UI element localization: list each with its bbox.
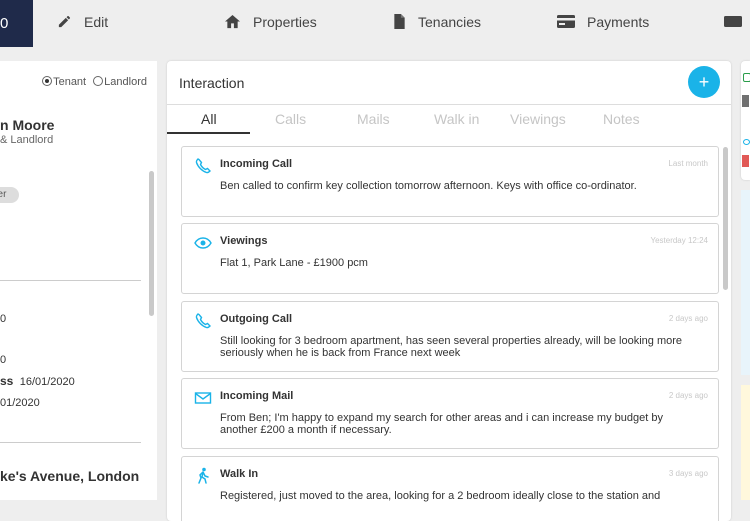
detail-value-2: 0 <box>0 354 7 366</box>
radio-tenant[interactable]: Tenant <box>42 76 86 88</box>
tab-notes[interactable]: Notes <box>603 111 640 127</box>
property-address: ke's Avenue, London <box>0 468 140 484</box>
tab-all[interactable]: All <box>201 111 217 127</box>
status-icon <box>743 73 750 82</box>
top-navigation: 0 Edit Properties Tenancies Payments <box>0 0 750 47</box>
interaction-type: Incoming Call <box>220 158 293 170</box>
walking-icon <box>198 467 209 484</box>
tab-walk-in[interactable]: Walk in <box>434 111 479 127</box>
nav-tenancies[interactable]: Tenancies <box>393 0 481 47</box>
phone-icon <box>195 313 211 329</box>
nav-payments-label: Payments <box>587 14 650 30</box>
interaction-time: 2 days ago <box>668 391 708 400</box>
tab-mails[interactable]: Mails <box>357 111 390 127</box>
interaction-time: Last month <box>668 159 708 168</box>
interaction-item[interactable]: Incoming Mail 2 days ago From Ben; I'm h… <box>181 378 719 449</box>
contact-details-panel: Tenant Landlord n Moore & Landlord ner 0… <box>0 61 157 500</box>
home-icon <box>225 14 240 28</box>
detail-value-4: 01/2020 <box>0 397 40 409</box>
right-summary-card <box>741 61 750 180</box>
nav-edit[interactable]: Edit <box>57 0 108 47</box>
contact-role: & Landlord <box>0 134 54 146</box>
right-panel-blue <box>741 190 750 375</box>
mail-icon <box>194 392 212 404</box>
interaction-time: 3 days ago <box>668 469 708 478</box>
amount-glyph <box>742 95 749 107</box>
divider <box>0 280 141 281</box>
interaction-item[interactable]: Walk In 3 days ago Registered, just move… <box>181 456 719 521</box>
pencil-icon <box>58 15 71 27</box>
interaction-list-scrollbar[interactable] <box>723 147 728 290</box>
interaction-type: Incoming Mail <box>220 390 294 402</box>
radio-landlord-label: Landlord <box>104 76 147 88</box>
interaction-body: Ben called to confirm key collection tom… <box>220 180 637 192</box>
contact-tag-badge: ner <box>0 187 19 203</box>
phone-icon <box>195 158 211 174</box>
nav-properties[interactable]: Properties <box>224 0 317 47</box>
add-interaction-button[interactable]: + <box>688 66 720 98</box>
nav-tenancies-label: Tenancies <box>418 14 482 30</box>
tab-viewings[interactable]: Viewings <box>510 111 566 127</box>
interaction-body: From Ben; I'm happy to expand my search … <box>220 412 663 436</box>
eye-icon <box>194 237 212 249</box>
interaction-body: Flat 1, Park Lane - £1900 pcm <box>220 257 368 269</box>
nav-edit-label: Edit <box>84 14 109 30</box>
divider <box>167 104 731 105</box>
tab-calls[interactable]: Calls <box>275 111 306 127</box>
detail-value-3: 16/01/2020 <box>19 376 75 388</box>
active-tab-indicator <box>167 132 250 134</box>
interaction-item[interactable]: Viewings Yesterday 12:24 Flat 1, Park La… <box>181 223 719 294</box>
radio-landlord-circle[interactable] <box>93 76 104 86</box>
contact-type-radio-group: Tenant Landlord <box>42 76 147 88</box>
interaction-body: Registered, just moved to the area, look… <box>220 490 661 502</box>
card-icon <box>724 15 742 27</box>
nav-payments[interactable]: Payments <box>557 0 649 47</box>
interaction-type: Walk In <box>220 468 259 480</box>
interaction-item[interactable]: Outgoing Call 2 days ago Still looking f… <box>181 301 719 372</box>
nav-more[interactable] <box>724 0 750 47</box>
nav-properties-label: Properties <box>253 14 317 30</box>
detail-value-1: 0 <box>0 313 7 325</box>
credit-card-icon <box>557 14 575 28</box>
interaction-title: Interaction <box>179 75 245 91</box>
interaction-card: Interaction + All Calls Mails Walk in Vi… <box>167 61 731 521</box>
interaction-type: Viewings <box>220 235 268 247</box>
amount-glyph-red <box>742 155 749 167</box>
interaction-time: 2 days ago <box>668 314 708 323</box>
interaction-item[interactable]: Incoming Call Last month Ben called to c… <box>181 146 719 217</box>
contact-name: n Moore <box>0 117 55 133</box>
interaction-body: Still looking for 3 bedroom apartment, h… <box>220 335 683 359</box>
info-icon <box>743 139 750 145</box>
left-panel-scrollbar[interactable] <box>149 171 154 316</box>
radio-tenant-circle[interactable] <box>42 76 53 86</box>
detail-label-3: ss <box>0 374 14 388</box>
right-panel-yellow <box>741 385 750 500</box>
radio-tenant-label: Tenant <box>53 76 87 88</box>
nav-current-tab[interactable]: 0 <box>0 0 33 47</box>
radio-landlord[interactable]: Landlord <box>89 76 147 88</box>
interaction-time: Yesterday 12:24 <box>650 236 708 245</box>
detail-row-3: ss 16/01/2020 <box>0 374 75 388</box>
interaction-type: Outgoing Call <box>220 313 293 325</box>
document-icon <box>394 13 405 29</box>
divider <box>0 442 141 443</box>
